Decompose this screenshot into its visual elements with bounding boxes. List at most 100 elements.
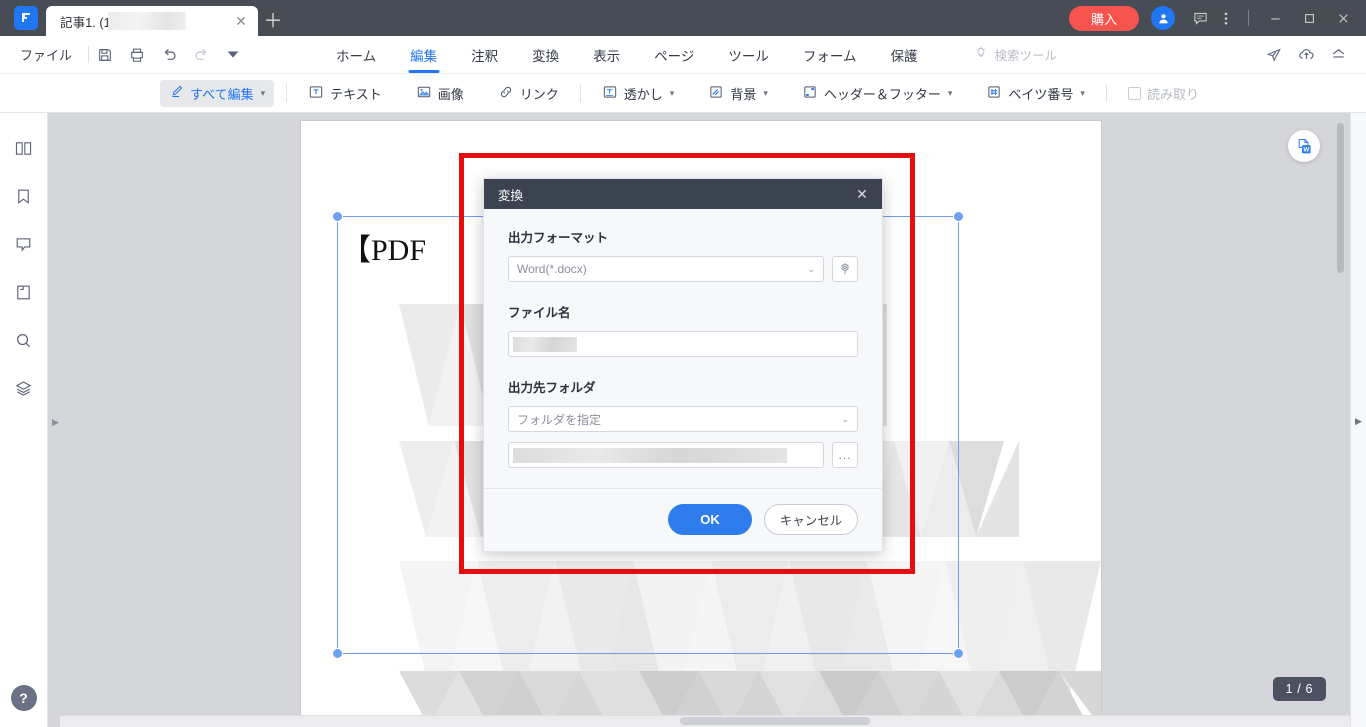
resize-handle-top-right[interactable]: [953, 211, 964, 222]
cloud-upload-icon[interactable]: [1292, 41, 1320, 69]
expand-right-icon[interactable]: ▶: [52, 417, 60, 427]
tab-page[interactable]: ページ: [637, 36, 711, 74]
send-icon[interactable]: [1260, 41, 1288, 69]
collapse-panel-icon[interactable]: ▶: [1355, 416, 1362, 427]
window-close-icon[interactable]: [1326, 3, 1360, 33]
chevron-down-icon: ⌄: [807, 263, 815, 274]
tab-protect-label: 保護: [890, 48, 918, 64]
tab-convert-label: 変換: [532, 48, 560, 64]
minimize-icon[interactable]: [1258, 3, 1292, 33]
attachments-panel-icon[interactable]: [7, 275, 41, 309]
bookmarks-panel-icon[interactable]: [7, 179, 41, 213]
header-footer-button-label: ヘッダー＆フッター: [823, 86, 941, 102]
text-button[interactable]: テキスト: [299, 80, 391, 107]
horizontal-scrollbar-thumb[interactable]: [680, 717, 870, 725]
folder-path-input[interactable]: [508, 442, 824, 468]
background-button[interactable]: 背景 ▾: [699, 80, 777, 107]
bates-number-button[interactable]: ベイツ番号 ▾: [977, 80, 1094, 107]
browse-folder-label: ...: [838, 448, 852, 462]
tab-form-label: フォーム: [802, 48, 857, 64]
tab-tools[interactable]: ツール: [711, 36, 786, 74]
folder-mode-select[interactable]: フォルダを指定 ⌄: [508, 406, 858, 432]
user-avatar-icon[interactable]: [1151, 6, 1175, 30]
filename-input[interactable]: [508, 331, 858, 357]
folder-mode-row: フォルダを指定 ⌄: [508, 406, 858, 432]
customize-dropdown-icon[interactable]: [217, 40, 249, 70]
layers-panel-icon[interactable]: [7, 371, 41, 405]
tab-convert[interactable]: 変換: [515, 36, 576, 74]
image-button-label: 画像: [437, 86, 464, 102]
browse-folder-button[interactable]: ...: [832, 442, 858, 468]
tab-annotate[interactable]: 注釈: [454, 36, 515, 74]
edit-all-button[interactable]: すべて編集 ▾: [160, 79, 275, 107]
search-panel-icon[interactable]: [7, 323, 41, 357]
share-icon[interactable]: [1324, 41, 1352, 69]
link-button[interactable]: リンク: [489, 80, 568, 107]
ok-button-label: OK: [700, 511, 720, 527]
buy-button[interactable]: 購入: [1068, 5, 1139, 31]
format-settings-button[interactable]: [832, 256, 858, 282]
tab-tools-label: ツール: [728, 48, 769, 64]
folder-mode-value: フォルダを指定: [517, 412, 602, 427]
bates-number-icon: [986, 84, 1002, 103]
document-tab[interactable]: 記事1. (1).pdf * ✕: [46, 6, 258, 36]
link-button-label: リンク: [519, 86, 559, 102]
header-footer-button[interactable]: ヘッダー＆フッター ▾: [793, 80, 962, 107]
search-tool-button[interactable]: 検索ツール: [974, 45, 1057, 64]
undo-icon[interactable]: [153, 40, 185, 70]
file-menu-button[interactable]: ファイル: [0, 45, 88, 64]
resize-handle-bottom-left[interactable]: [332, 648, 343, 659]
tab-form[interactable]: フォーム: [786, 36, 874, 74]
titlebar-divider: [1248, 10, 1249, 26]
menubar-right-group: [1260, 41, 1366, 69]
save-icon[interactable]: [89, 40, 121, 70]
print-icon[interactable]: [121, 40, 153, 70]
image-button[interactable]: 画像: [407, 80, 473, 107]
checkbox-unchecked-icon[interactable]: [1127, 86, 1141, 100]
chevron-down-icon: ▾: [1080, 87, 1085, 98]
new-tab-button[interactable]: ＋: [258, 4, 288, 34]
tab-home-label: ホーム: [336, 48, 377, 64]
resize-handle-top-left[interactable]: [332, 211, 343, 222]
titlebar-right-group: 購入: [1068, 0, 1366, 36]
redo-icon[interactable]: [185, 40, 217, 70]
tab-close-icon[interactable]: ✕: [232, 12, 250, 30]
help-question-icon[interactable]: ?: [10, 685, 37, 711]
ok-button[interactable]: OK: [668, 503, 752, 535]
maximize-icon[interactable]: [1292, 3, 1326, 33]
svg-text:W: W: [1303, 146, 1309, 153]
chevron-down-icon: ▾: [260, 87, 266, 98]
output-folder-label: 出力先フォルダ: [508, 381, 596, 395]
output-format-label: 出力フォーマット: [508, 231, 609, 245]
watermark-icon: [602, 84, 618, 103]
main-navigation: ホーム 編集 注釈 変換 表示 ページ ツール フォーム 保護: [319, 36, 934, 74]
filename-label: ファイル名: [508, 306, 571, 320]
vertical-scrollbar[interactable]: [1337, 123, 1344, 273]
link-icon: [498, 84, 514, 103]
thumbnails-panel-icon[interactable]: [7, 131, 41, 165]
right-panel-gutter: ▶: [1350, 113, 1366, 727]
tab-home[interactable]: ホーム: [319, 36, 393, 74]
tab-edit[interactable]: 編集: [393, 36, 454, 74]
watermark-button[interactable]: 透かし ▾: [593, 80, 684, 107]
tab-protect[interactable]: 保護: [873, 36, 934, 74]
page-indicator: 1 / 6: [1272, 677, 1326, 701]
word-convert-icon[interactable]: W: [1288, 130, 1320, 162]
feedback-icon[interactable]: [1187, 3, 1213, 33]
tab-view[interactable]: 表示: [576, 36, 637, 74]
output-format-select[interactable]: Word(*.docx) ⌄: [508, 256, 824, 282]
tab-page-label: ページ: [654, 48, 695, 64]
page-title: 【PDF: [341, 234, 427, 267]
horizontal-scrollbar-track[interactable]: [60, 715, 1350, 727]
chevron-down-icon: ▾: [763, 87, 768, 98]
tab-view-label: 表示: [593, 48, 621, 64]
dialog-close-icon[interactable]: ✕: [852, 184, 872, 204]
cancel-button[interactable]: キャンセル: [764, 503, 858, 535]
readonly-toggle[interactable]: 読み取り: [1119, 80, 1208, 107]
chevron-down-icon: ⌄: [841, 413, 849, 424]
more-vertical-icon[interactable]: [1213, 3, 1239, 33]
edit-all-label: すべて編集: [190, 86, 254, 102]
decorative-pattern-band-3: [399, 561, 1101, 727]
comments-panel-icon[interactable]: [7, 227, 41, 261]
app-logo-icon: [14, 6, 38, 30]
